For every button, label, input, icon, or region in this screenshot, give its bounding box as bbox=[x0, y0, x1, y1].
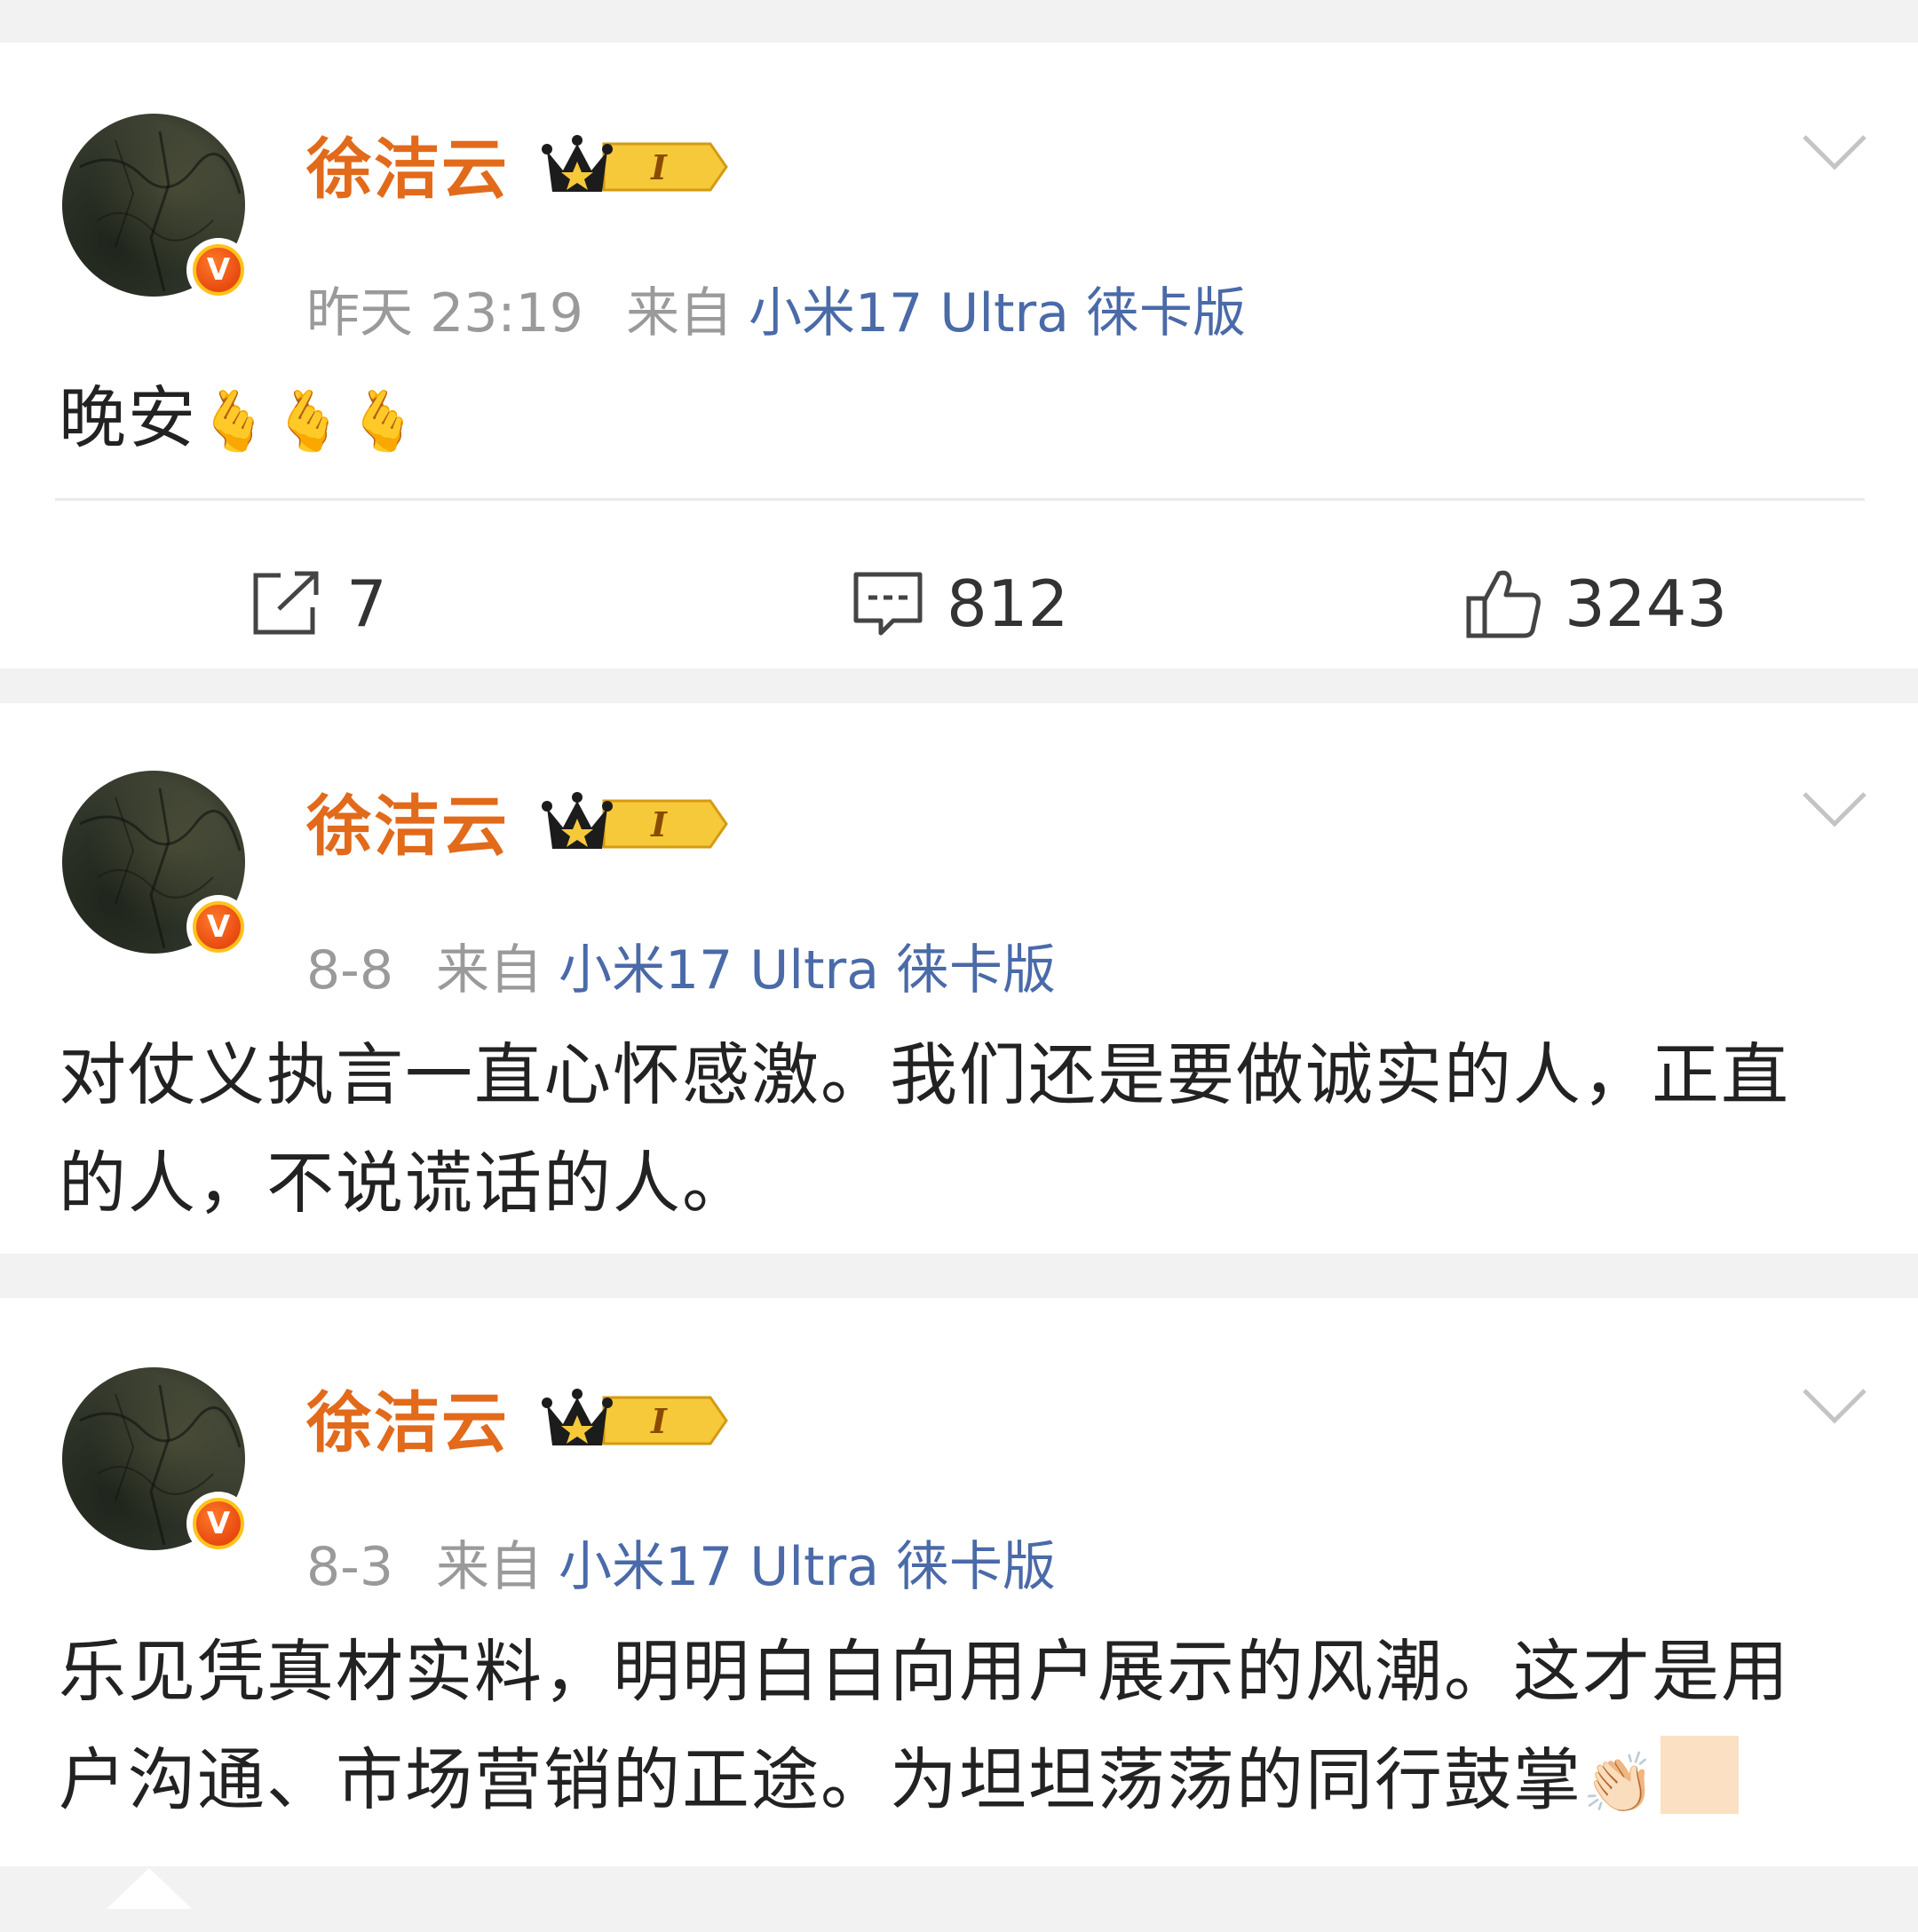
chevron-down-icon[interactable] bbox=[1801, 788, 1868, 838]
thumbs-up-icon bbox=[1466, 570, 1541, 638]
verified-v-icon: V bbox=[193, 1498, 244, 1549]
post-card[interactable]: V 徐洁云 I 8-8 来自 小米17 Ultra 徕卡版 对仗义执言一直心怀感激… bbox=[0, 703, 1918, 1254]
chevron-down-icon[interactable] bbox=[1801, 131, 1868, 181]
chevron-down-icon[interactable] bbox=[1801, 1385, 1868, 1435]
verified-v-icon: V bbox=[193, 244, 244, 296]
username[interactable]: 徐洁云 bbox=[306, 787, 509, 867]
svg-text:I: I bbox=[650, 1401, 668, 1441]
post-time: 8-3 bbox=[306, 1536, 393, 1598]
crown-icon: I bbox=[542, 1389, 728, 1445]
post-meta: 8-3 来自 小米17 Ultra 徕卡版 bbox=[306, 1532, 1056, 1603]
comment-button[interactable]: 812 bbox=[852, 550, 1068, 657]
post-meta: 8-8 来自 小米17 Ultra 徕卡版 bbox=[306, 935, 1056, 1006]
username[interactable]: 徐洁云 bbox=[306, 1383, 509, 1463]
verified-v-icon: V bbox=[193, 901, 244, 953]
vip-crown-badge[interactable]: I bbox=[542, 788, 728, 863]
post-text: 对仗义执言一直心怀感激。我们还是要做诚实的人，正直的人，不说谎话的人。 bbox=[59, 1035, 1790, 1223]
crown-icon: I bbox=[542, 135, 728, 192]
post-text: 乐见凭真材实料，明明白白向用户展示的风潮。这才是用户沟通、市场营销的正途。为坦坦… bbox=[59, 1618, 1835, 1838]
like-count: 3243 bbox=[1565, 566, 1728, 641]
crown-icon: I bbox=[542, 792, 728, 849]
divider bbox=[55, 498, 1865, 501]
device-link[interactable]: 小米17 Ultra 徕卡版 bbox=[559, 1536, 1056, 1598]
repost-icon bbox=[253, 571, 319, 635]
verified-badge: V bbox=[186, 238, 250, 302]
svg-text:I: I bbox=[650, 804, 668, 844]
finger-heart-emoji: 🫰🫰🫰 bbox=[197, 387, 422, 455]
post-text-body: 晚安 bbox=[59, 378, 197, 457]
card-pointer-tail bbox=[107, 1868, 192, 1909]
post-meta: 昨天 23:19 来自 小米17 Ultra 徕卡版 bbox=[306, 278, 1246, 349]
comment-count: 812 bbox=[947, 566, 1069, 641]
repost-count: 7 bbox=[346, 566, 387, 641]
post-card[interactable]: V 徐洁云 I 昨天 23:19 来自 小米17 Ultra 徕卡版 晚安🫰🫰🫰 … bbox=[0, 43, 1918, 669]
username[interactable]: 徐洁云 bbox=[306, 130, 509, 210]
post-time: 8-8 bbox=[306, 939, 393, 1002]
source-prefix: 来自 bbox=[625, 282, 733, 344]
svg-text:I: I bbox=[650, 147, 668, 187]
source-prefix: 来自 bbox=[436, 939, 543, 1002]
vip-crown-badge[interactable]: I bbox=[542, 1385, 728, 1460]
source-prefix: 来自 bbox=[436, 1536, 543, 1598]
like-button[interactable]: 3243 bbox=[1465, 550, 1727, 657]
comment-icon bbox=[853, 572, 923, 636]
verified-badge: V bbox=[186, 895, 250, 959]
verified-badge: V bbox=[186, 1492, 250, 1556]
vip-crown-badge[interactable]: I bbox=[542, 131, 728, 206]
post-card[interactable]: V 徐洁云 I 8-3 来自 小米17 Ultra 徕卡版 乐见凭真材实料，明明白… bbox=[0, 1298, 1918, 1866]
skin-tone-swatch bbox=[1660, 1736, 1740, 1814]
device-link[interactable]: 小米17 Ultra 徕卡版 bbox=[559, 939, 1056, 1002]
post-time: 昨天 23:19 bbox=[306, 282, 583, 344]
post-text-body: 乐见凭真材实料，明明白白向用户展示的风潮。这才是用户沟通、市场营销的正途。为坦坦… bbox=[59, 1632, 1790, 1819]
repost-button[interactable]: 7 bbox=[249, 550, 387, 657]
post-text: 晚安🫰🫰🫰 bbox=[59, 364, 1835, 476]
device-link[interactable]: 小米17 Ultra 徕卡版 bbox=[749, 282, 1246, 344]
clapping-hands-emoji: 👏🏻 bbox=[1582, 1749, 1658, 1817]
